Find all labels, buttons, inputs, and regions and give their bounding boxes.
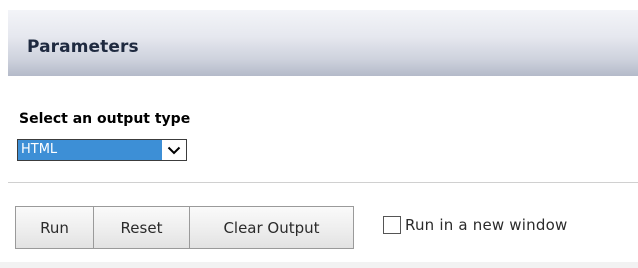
run-button[interactable]: Run — [15, 206, 94, 249]
section-divider — [8, 182, 638, 183]
output-type-selected-value[interactable]: HTML — [18, 140, 162, 160]
new-window-option[interactable]: Run in a new window — [383, 216, 567, 234]
output-type-label: Select an output type — [19, 111, 191, 127]
output-type-select[interactable]: HTML — [17, 139, 187, 161]
chevron-down-icon[interactable] — [162, 140, 186, 160]
panel-title: Parameters — [27, 37, 139, 57]
reset-button[interactable]: Reset — [93, 206, 190, 249]
parameters-header: Parameters — [8, 10, 638, 76]
parameters-page: Parameters Select an output type HTML Ru… — [0, 0, 638, 268]
action-button-group: Run Reset Clear Output — [15, 206, 354, 249]
new-window-checkbox[interactable] — [383, 216, 401, 234]
new-window-label[interactable]: Run in a new window — [405, 216, 567, 234]
bottom-band — [0, 262, 638, 268]
clear-output-button[interactable]: Clear Output — [189, 206, 354, 249]
